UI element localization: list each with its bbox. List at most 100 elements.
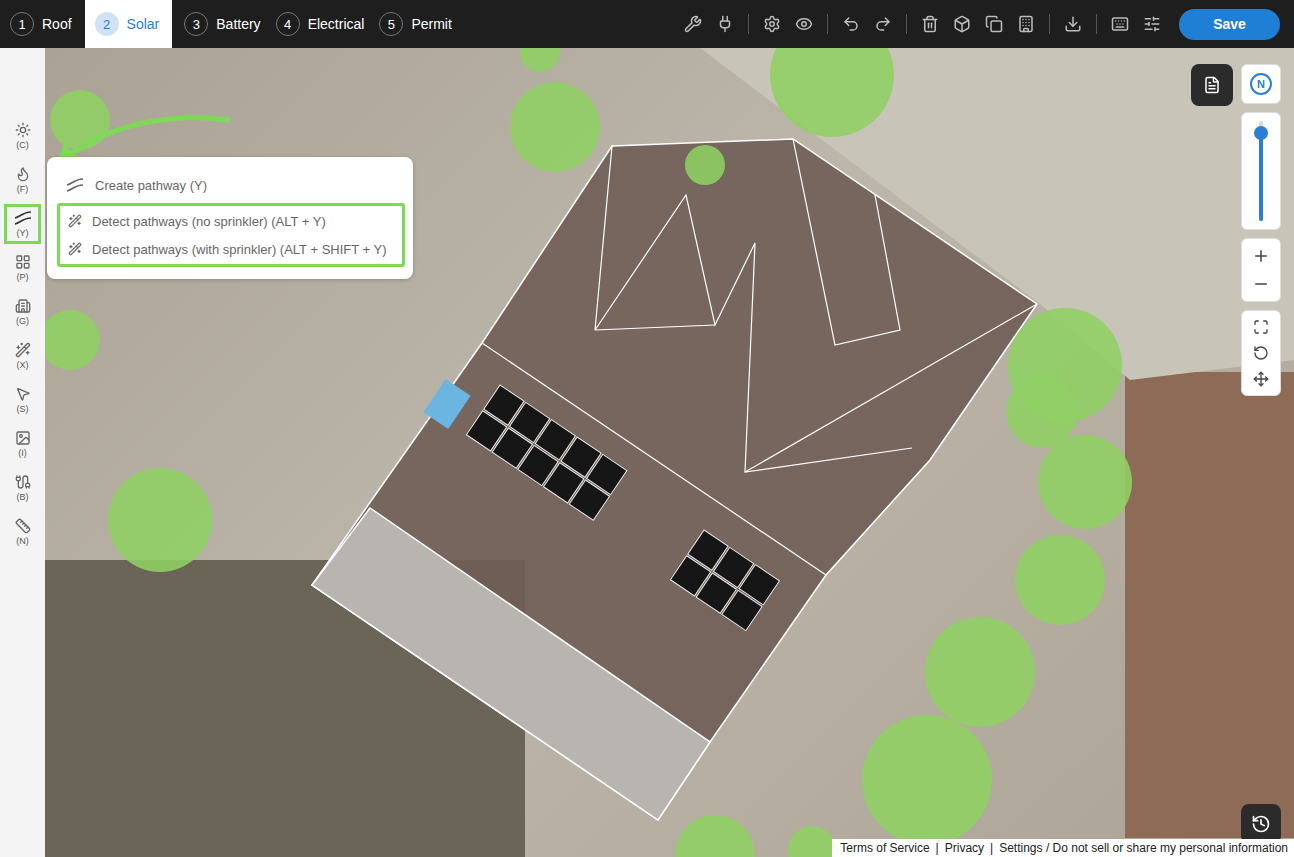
toolbar-icon[interactable] <box>1017 15 1035 33</box>
step-label: Roof <box>42 16 72 32</box>
history-button[interactable] <box>1241 804 1281 844</box>
step-number: 1 <box>10 12 34 36</box>
step-tab[interactable]: 4Electrical <box>274 0 378 48</box>
pathway-icon <box>13 210 33 226</box>
tool-shortcut: (C) <box>16 140 29 150</box>
toolbar-icon[interactable] <box>874 15 892 33</box>
tool-item[interactable]: (P) <box>4 248 41 288</box>
step-label: Solar <box>127 16 160 32</box>
tree[interactable] <box>108 468 212 572</box>
step-label: Battery <box>216 16 260 32</box>
save-button[interactable]: Save <box>1179 9 1280 40</box>
tool-item[interactable]: (G) <box>4 292 41 332</box>
tree[interactable] <box>1015 535 1105 625</box>
zoom-out-icon[interactable] <box>1252 275 1270 293</box>
app: 1 Roof 2 Solar 3Battery4Electrical5Permit Sav… <box>0 0 1294 857</box>
panel-group[interactable] <box>466 385 626 520</box>
fit-icon[interactable] <box>1253 319 1269 335</box>
toolbar-icon[interactable] <box>1064 15 1082 33</box>
zoom-buttons <box>1241 238 1281 302</box>
tool-shortcut: (F) <box>17 184 29 194</box>
zoom-slider[interactable] <box>1241 112 1281 230</box>
toolbar-icon[interactable] <box>921 15 939 33</box>
pan-icon[interactable] <box>1253 371 1269 387</box>
tool-shortcut: (S) <box>17 404 29 414</box>
tool-item[interactable]: (C) <box>4 116 41 156</box>
tool-icon <box>15 342 31 358</box>
toolbar-icon[interactable] <box>842 15 860 33</box>
view-buttons <box>1241 310 1281 396</box>
tree[interactable] <box>788 826 836 857</box>
menu-item[interactable]: Create pathway (Y) <box>57 171 405 199</box>
tree[interactable] <box>925 617 1035 727</box>
footer-link[interactable]: Terms of Service <box>840 841 929 855</box>
tree[interactable] <box>862 715 992 845</box>
toolbar-icon[interactable] <box>1111 15 1129 33</box>
document-icon <box>1203 76 1221 94</box>
wand-icon <box>68 242 82 256</box>
step-tab[interactable]: 2 Solar <box>85 0 173 48</box>
separator <box>748 14 749 34</box>
tool-shortcut: (X) <box>17 360 29 370</box>
toolbar-icon[interactable] <box>684 15 702 33</box>
tool-shortcut: (P) <box>17 272 29 282</box>
tree[interactable] <box>1006 376 1078 448</box>
toolbar-icon[interactable] <box>763 15 781 33</box>
slider-knob[interactable] <box>1254 126 1268 140</box>
toolbar-icon[interactable] <box>1143 15 1161 33</box>
footer-link[interactable]: Settings / Do not sell or share my perso… <box>999 841 1288 855</box>
tool-sidebar: (C) (F) (Y) (P) (G) (X) (S) (I) (B) (N) <box>0 48 45 857</box>
footer-separator: | <box>990 841 993 855</box>
arrow-icon <box>70 118 228 155</box>
pathway-icon <box>65 177 85 193</box>
compass-button[interactable]: N <box>1241 64 1281 104</box>
panel-group[interactable] <box>670 530 779 631</box>
slider-track[interactable] <box>1259 121 1263 221</box>
tree[interactable] <box>685 145 725 185</box>
tool-item[interactable]: (I) <box>4 424 41 464</box>
tool-icon <box>15 518 31 534</box>
toolbar-icon[interactable] <box>795 15 813 33</box>
tool-item[interactable]: (N) <box>4 512 41 552</box>
toolbar-icon[interactable] <box>985 15 1003 33</box>
tool-icon <box>15 430 31 446</box>
tool-item[interactable]: (Y) <box>4 204 41 244</box>
tool-icon <box>15 298 31 314</box>
tree[interactable] <box>675 815 755 857</box>
arrowhead-icon <box>55 144 80 166</box>
tool-item[interactable]: (B) <box>4 468 41 508</box>
step-number: 2 <box>95 12 119 36</box>
tree[interactable] <box>1038 435 1132 529</box>
tool-shortcut: (I) <box>18 448 27 458</box>
step-tab[interactable]: 5Permit <box>377 0 464 48</box>
tool-item[interactable]: (F) <box>4 160 41 200</box>
tool-item[interactable]: (S) <box>4 380 41 420</box>
tree[interactable] <box>50 90 110 150</box>
separator <box>1049 14 1050 34</box>
highlight-box: Detect pathways (no sprinkler) (ALT + Y)… <box>57 203 405 267</box>
separator <box>1096 14 1097 34</box>
tool-shortcut: (G) <box>16 316 29 326</box>
menu-item[interactable]: Detect pathways (no sprinkler) (ALT + Y) <box>60 207 402 235</box>
menu-item[interactable]: Detect pathways (with sprinkler) (ALT + … <box>60 235 402 263</box>
toolbar-icon[interactable] <box>716 15 734 33</box>
tool-icon <box>15 474 31 490</box>
compass: N <box>1250 73 1272 95</box>
step-tab[interactable]: 3Battery <box>182 0 273 48</box>
toolbar-icon[interactable] <box>953 15 971 33</box>
notes-button[interactable] <box>1191 64 1233 106</box>
rotate-icon[interactable] <box>1253 345 1269 361</box>
footer-link[interactable]: Privacy <box>945 841 984 855</box>
tree[interactable] <box>510 82 600 172</box>
tree[interactable] <box>520 48 560 72</box>
tree[interactable] <box>45 310 100 370</box>
tool-shortcut: (Y) <box>17 228 29 238</box>
step-tab[interactable]: 1 Roof <box>8 0 85 48</box>
history-icon <box>1251 814 1271 834</box>
step-number: 4 <box>276 12 300 36</box>
tool-icon <box>15 166 31 182</box>
footer-separator: | <box>936 841 939 855</box>
tool-item[interactable]: (X) <box>4 336 41 376</box>
tree[interactable] <box>770 48 894 137</box>
zoom-in-icon[interactable] <box>1252 247 1270 265</box>
